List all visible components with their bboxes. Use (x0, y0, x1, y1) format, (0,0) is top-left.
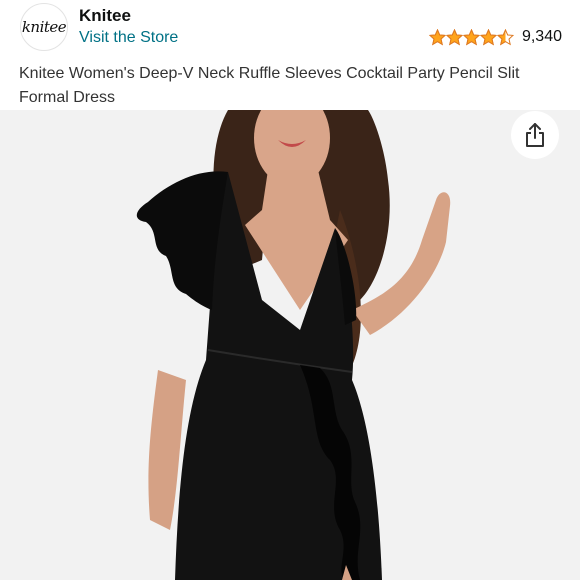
brand-name[interactable]: Knitee (79, 6, 131, 26)
star-icon (479, 28, 497, 45)
star-rating (428, 28, 514, 46)
star-icon (445, 28, 463, 45)
product-title: Knitee Women's Deep-V Neck Ruffle Sleeve… (19, 65, 520, 106)
share-button[interactable] (511, 111, 559, 159)
star-icon (462, 28, 480, 45)
product-header: knitee Knitee Visit the Store 9,340 (0, 0, 580, 62)
brand-logo-text: knitee (21, 18, 67, 36)
product-image[interactable] (0, 110, 580, 580)
review-count[interactable]: 9,340 (522, 28, 562, 46)
star-icon (428, 28, 446, 45)
visit-store-link[interactable]: Visit the Store (79, 29, 178, 47)
star-icon (496, 28, 514, 45)
brand-logo[interactable]: knitee (20, 3, 68, 51)
model-in-black-dress-image (0, 110, 580, 580)
share-icon (526, 123, 544, 147)
rating-summary[interactable]: 9,340 (428, 28, 562, 46)
